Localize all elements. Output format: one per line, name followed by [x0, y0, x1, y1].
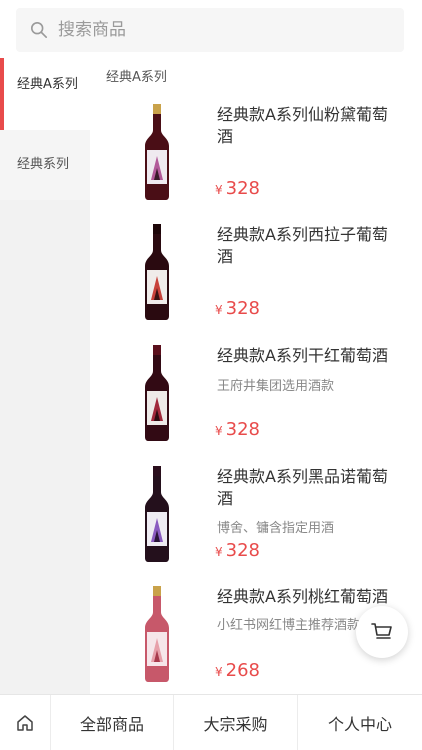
cart-icon: [371, 623, 392, 639]
price-value: 268: [225, 660, 260, 681]
product-name: 经典款A系列干红葡萄酒: [217, 346, 388, 365]
product-name: 经典款A系列西拉子葡萄酒: [217, 225, 388, 266]
price-value: 328: [225, 178, 260, 199]
sidebar-item-label: 经典系列: [17, 157, 70, 172]
section-title: 经典A系列: [106, 70, 167, 85]
product-item[interactable]: 经典款A系列仙粉黛葡萄酒 ¥328: [90, 104, 422, 224]
product-list: 经典A系列 经典款A系列仙粉黛葡萄酒 ¥328 经典款A系列西拉子葡萄酒 ¥32…: [90, 58, 422, 694]
product-description: 博舍、镛含指定用酒: [217, 521, 335, 536]
home-button[interactable]: [0, 695, 50, 750]
sidebar-item-classic[interactable]: 经典系列: [0, 130, 90, 200]
sidebar-item-classic-a[interactable]: 经典A系列: [0, 58, 90, 130]
bottom-nav: 全部商品 大宗采购 个人中心: [0, 694, 422, 750]
product-name: 经典款A系列仙粉黛葡萄酒: [217, 105, 388, 146]
product-item[interactable]: 经典款A系列黑品诺葡萄酒 博舍、镛含指定用酒 ¥328: [90, 466, 422, 586]
search-input[interactable]: [58, 20, 358, 40]
product-description: 小红书网红博主推荐酒款: [217, 618, 361, 633]
tab-bulk-purchase[interactable]: 大宗采购: [173, 695, 297, 750]
currency-symbol: ¥: [215, 183, 223, 197]
home-icon: [17, 714, 33, 731]
price-value: 328: [225, 419, 260, 440]
cart-button[interactable]: [356, 606, 408, 658]
top-bar: [0, 0, 422, 58]
product-name: 经典款A系列黑品诺葡萄酒: [217, 467, 388, 508]
category-sidebar: 经典A系列 经典系列: [0, 58, 90, 694]
tab-personal-center[interactable]: 个人中心: [297, 695, 422, 750]
currency-symbol: ¥: [215, 665, 223, 679]
product-name: 经典款A系列桃红葡萄酒: [217, 587, 388, 606]
currency-symbol: ¥: [215, 303, 223, 317]
product-item[interactable]: 经典款A系列干红葡萄酒 王府井集团选用酒款 ¥328: [90, 345, 422, 465]
product-price: ¥328: [215, 540, 260, 561]
product-price: ¥328: [215, 298, 260, 319]
wine-bottle-image: [145, 345, 169, 441]
price-value: 328: [225, 540, 260, 561]
wine-bottle-image: [145, 466, 169, 562]
product-price: ¥268: [215, 660, 260, 681]
sidebar-item-label: 经典A系列: [17, 77, 78, 92]
price-value: 328: [225, 298, 260, 319]
product-price: ¥328: [215, 178, 260, 199]
product-price: ¥328: [215, 419, 260, 440]
currency-symbol: ¥: [215, 424, 223, 438]
search-icon: [30, 21, 48, 39]
currency-symbol: ¥: [215, 545, 223, 559]
search-bar[interactable]: [16, 8, 404, 52]
wine-bottle-image: [145, 224, 169, 320]
tab-all-products[interactable]: 全部商品: [50, 695, 173, 750]
wine-bottle-image: [145, 104, 169, 200]
product-item[interactable]: 经典款A系列西拉子葡萄酒 ¥328: [90, 224, 422, 344]
product-description: 王府井集团选用酒款: [217, 379, 335, 394]
wine-bottle-image: [145, 586, 169, 682]
